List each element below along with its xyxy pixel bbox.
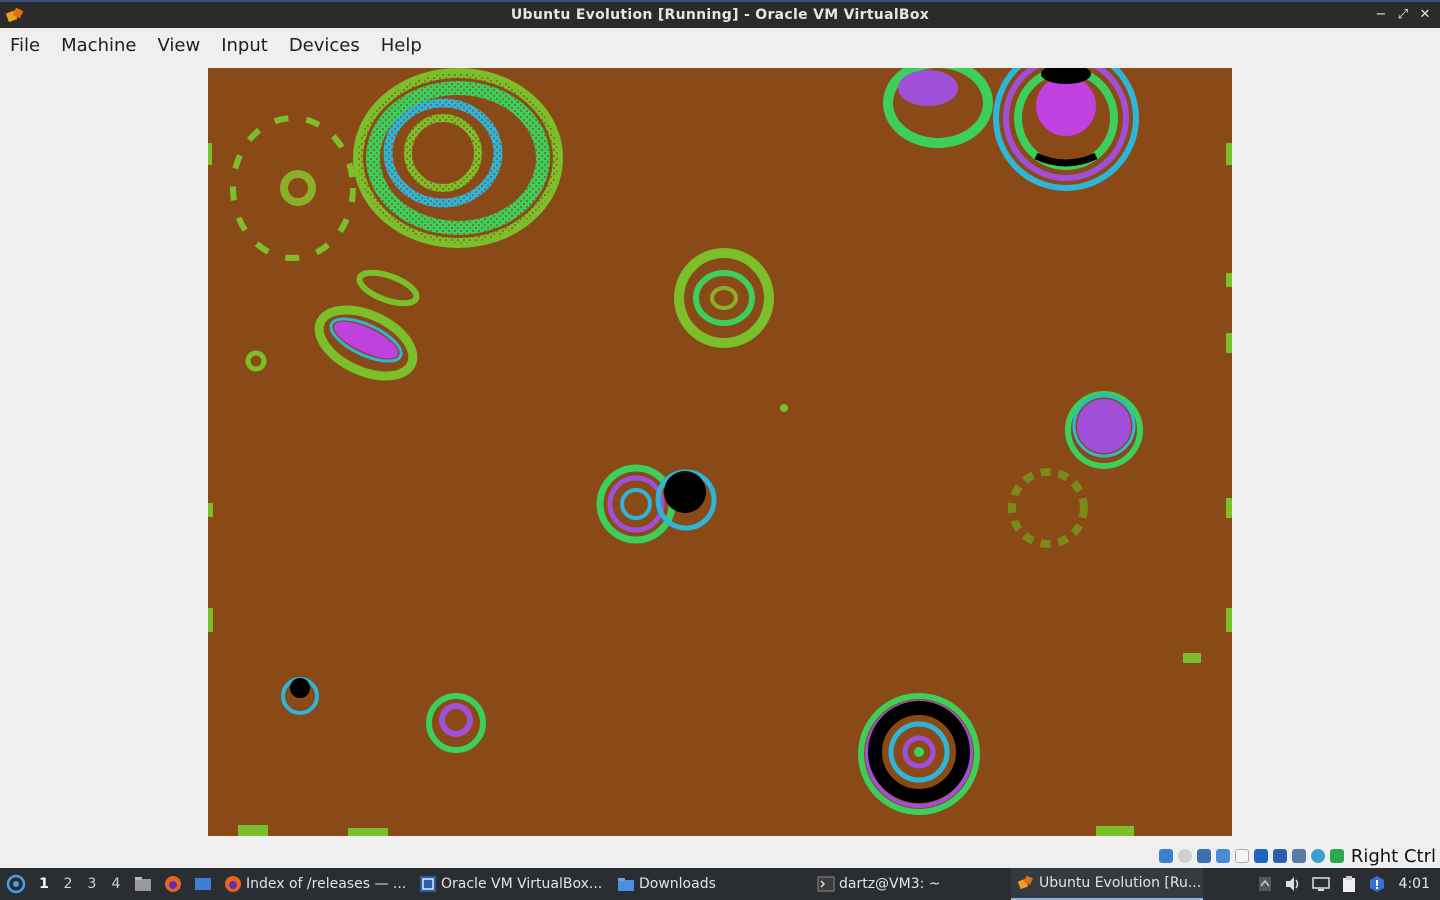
file-manager-icon	[135, 877, 151, 891]
cpu-icon[interactable]	[1329, 849, 1344, 863]
tiny-dot	[780, 404, 788, 412]
virtualbox-vm-icon	[1017, 875, 1033, 890]
tray-show-hidden[interactable]	[1253, 868, 1277, 900]
window-controls: − ⤢ ✕	[1372, 5, 1434, 25]
sphere-bottom-center	[858, 693, 980, 815]
tray-network[interactable]	[1309, 868, 1333, 900]
menu-input[interactable]: Input	[221, 35, 268, 56]
shared-folders-icon[interactable]	[1253, 849, 1268, 863]
clipboard-icon	[1342, 876, 1355, 892]
task-label: Index of /releases — ...	[246, 876, 407, 892]
workspace-2[interactable]: 2	[56, 868, 80, 900]
workspace-1[interactable]: 1	[32, 868, 56, 900]
taskbar: 1 2 3 4 Index of /releases — ... Oracle …	[0, 868, 1440, 900]
terminal-icon	[817, 876, 835, 892]
recording-icon[interactable]	[1310, 849, 1325, 863]
task-terminal[interactable]: dartz@VM3: ~	[811, 868, 1011, 900]
start-menu-icon	[6, 874, 26, 894]
firefox-icon	[225, 876, 241, 892]
vm-status-bar: Right Ctrl	[0, 844, 1440, 868]
close-button[interactable]: ✕	[1416, 5, 1434, 25]
window-title: Ubuntu Evolution [Running] - Oracle VM V…	[510, 7, 930, 23]
clock[interactable]: 4:01	[1399, 876, 1430, 892]
tray-volume[interactable]	[1281, 868, 1305, 900]
guest-screen[interactable]	[208, 68, 1232, 836]
launcher-files[interactable]	[128, 868, 158, 900]
usb-icon[interactable]	[1234, 849, 1249, 863]
window-titlebar[interactable]: Ubuntu Evolution [Running] - Oracle VM V…	[0, 0, 1440, 28]
sphere-bottom-left-small	[281, 677, 319, 715]
menu-devices[interactable]: Devices	[289, 35, 360, 56]
optical-drive-icon[interactable]	[1177, 849, 1192, 863]
task-label: Ubuntu Evolution [Ru...	[1039, 875, 1202, 891]
task-label: Downloads	[639, 876, 716, 892]
task-firefox[interactable]: Index of /releases — ...	[218, 868, 413, 900]
tray-updates[interactable]	[1365, 868, 1389, 900]
faded-ring-right	[1008, 468, 1088, 548]
launcher-firefox[interactable]	[158, 868, 188, 900]
network-icon[interactable]	[1215, 849, 1230, 863]
folder-icon	[618, 878, 634, 891]
menu-machine[interactable]: Machine	[61, 35, 136, 56]
start-menu-button[interactable]	[0, 868, 32, 900]
launcher-desktop[interactable]	[188, 868, 218, 900]
task-label: Oracle VM VirtualBox...	[441, 876, 603, 892]
workspace-4[interactable]: 4	[104, 868, 128, 900]
virtualbox-app-icon	[5, 7, 24, 23]
update-notifier-icon	[1369, 876, 1384, 892]
task-downloads[interactable]: Downloads	[611, 868, 811, 900]
menu-help[interactable]: Help	[381, 35, 422, 56]
task-virtualbox-manager[interactable]: Oracle VM VirtualBox...	[413, 868, 611, 900]
menu-bar: File Machine View Input Devices Help	[0, 28, 1440, 62]
workspace-3[interactable]: 3	[80, 868, 104, 900]
video-capture-icon[interactable]	[1291, 849, 1306, 863]
sphere-right	[1065, 391, 1143, 469]
psychedelic-blob-top-right	[883, 68, 1139, 191]
display-icon[interactable]	[1272, 849, 1287, 863]
audio-icon[interactable]	[1196, 849, 1211, 863]
volume-icon	[1285, 877, 1298, 891]
chevron-up-icon	[1258, 877, 1271, 891]
virtualbox-manager-icon	[420, 876, 436, 892]
minimize-button[interactable]: −	[1372, 5, 1390, 25]
firefox-icon	[165, 876, 181, 892]
vm-display-area	[0, 62, 1440, 844]
faded-ring-left	[230, 115, 356, 261]
show-desktop-icon	[195, 878, 211, 890]
lens-blob	[314, 269, 420, 381]
task-ubuntu-evolution[interactable]: Ubuntu Evolution [Ru...	[1011, 868, 1203, 900]
menu-file[interactable]: File	[10, 35, 40, 56]
hard-disk-icon[interactable]	[1158, 849, 1173, 863]
host-key-label[interactable]: Right Ctrl	[1351, 846, 1436, 867]
menu-view[interactable]: View	[157, 35, 200, 56]
small-dot	[245, 350, 267, 372]
tray-clipboard[interactable]	[1337, 868, 1361, 900]
ring-middle-top	[674, 248, 774, 348]
psychedelic-blob-large	[353, 68, 563, 248]
task-label: dartz@VM3: ~	[839, 876, 941, 892]
guest-screen-graphics	[208, 68, 1232, 836]
restore-button[interactable]: ⤢	[1394, 5, 1412, 25]
sphere-bottom-left	[426, 693, 486, 753]
network-icon	[1311, 877, 1330, 891]
sphere-center	[596, 464, 717, 544]
system-tray: 4:01	[1251, 868, 1440, 900]
